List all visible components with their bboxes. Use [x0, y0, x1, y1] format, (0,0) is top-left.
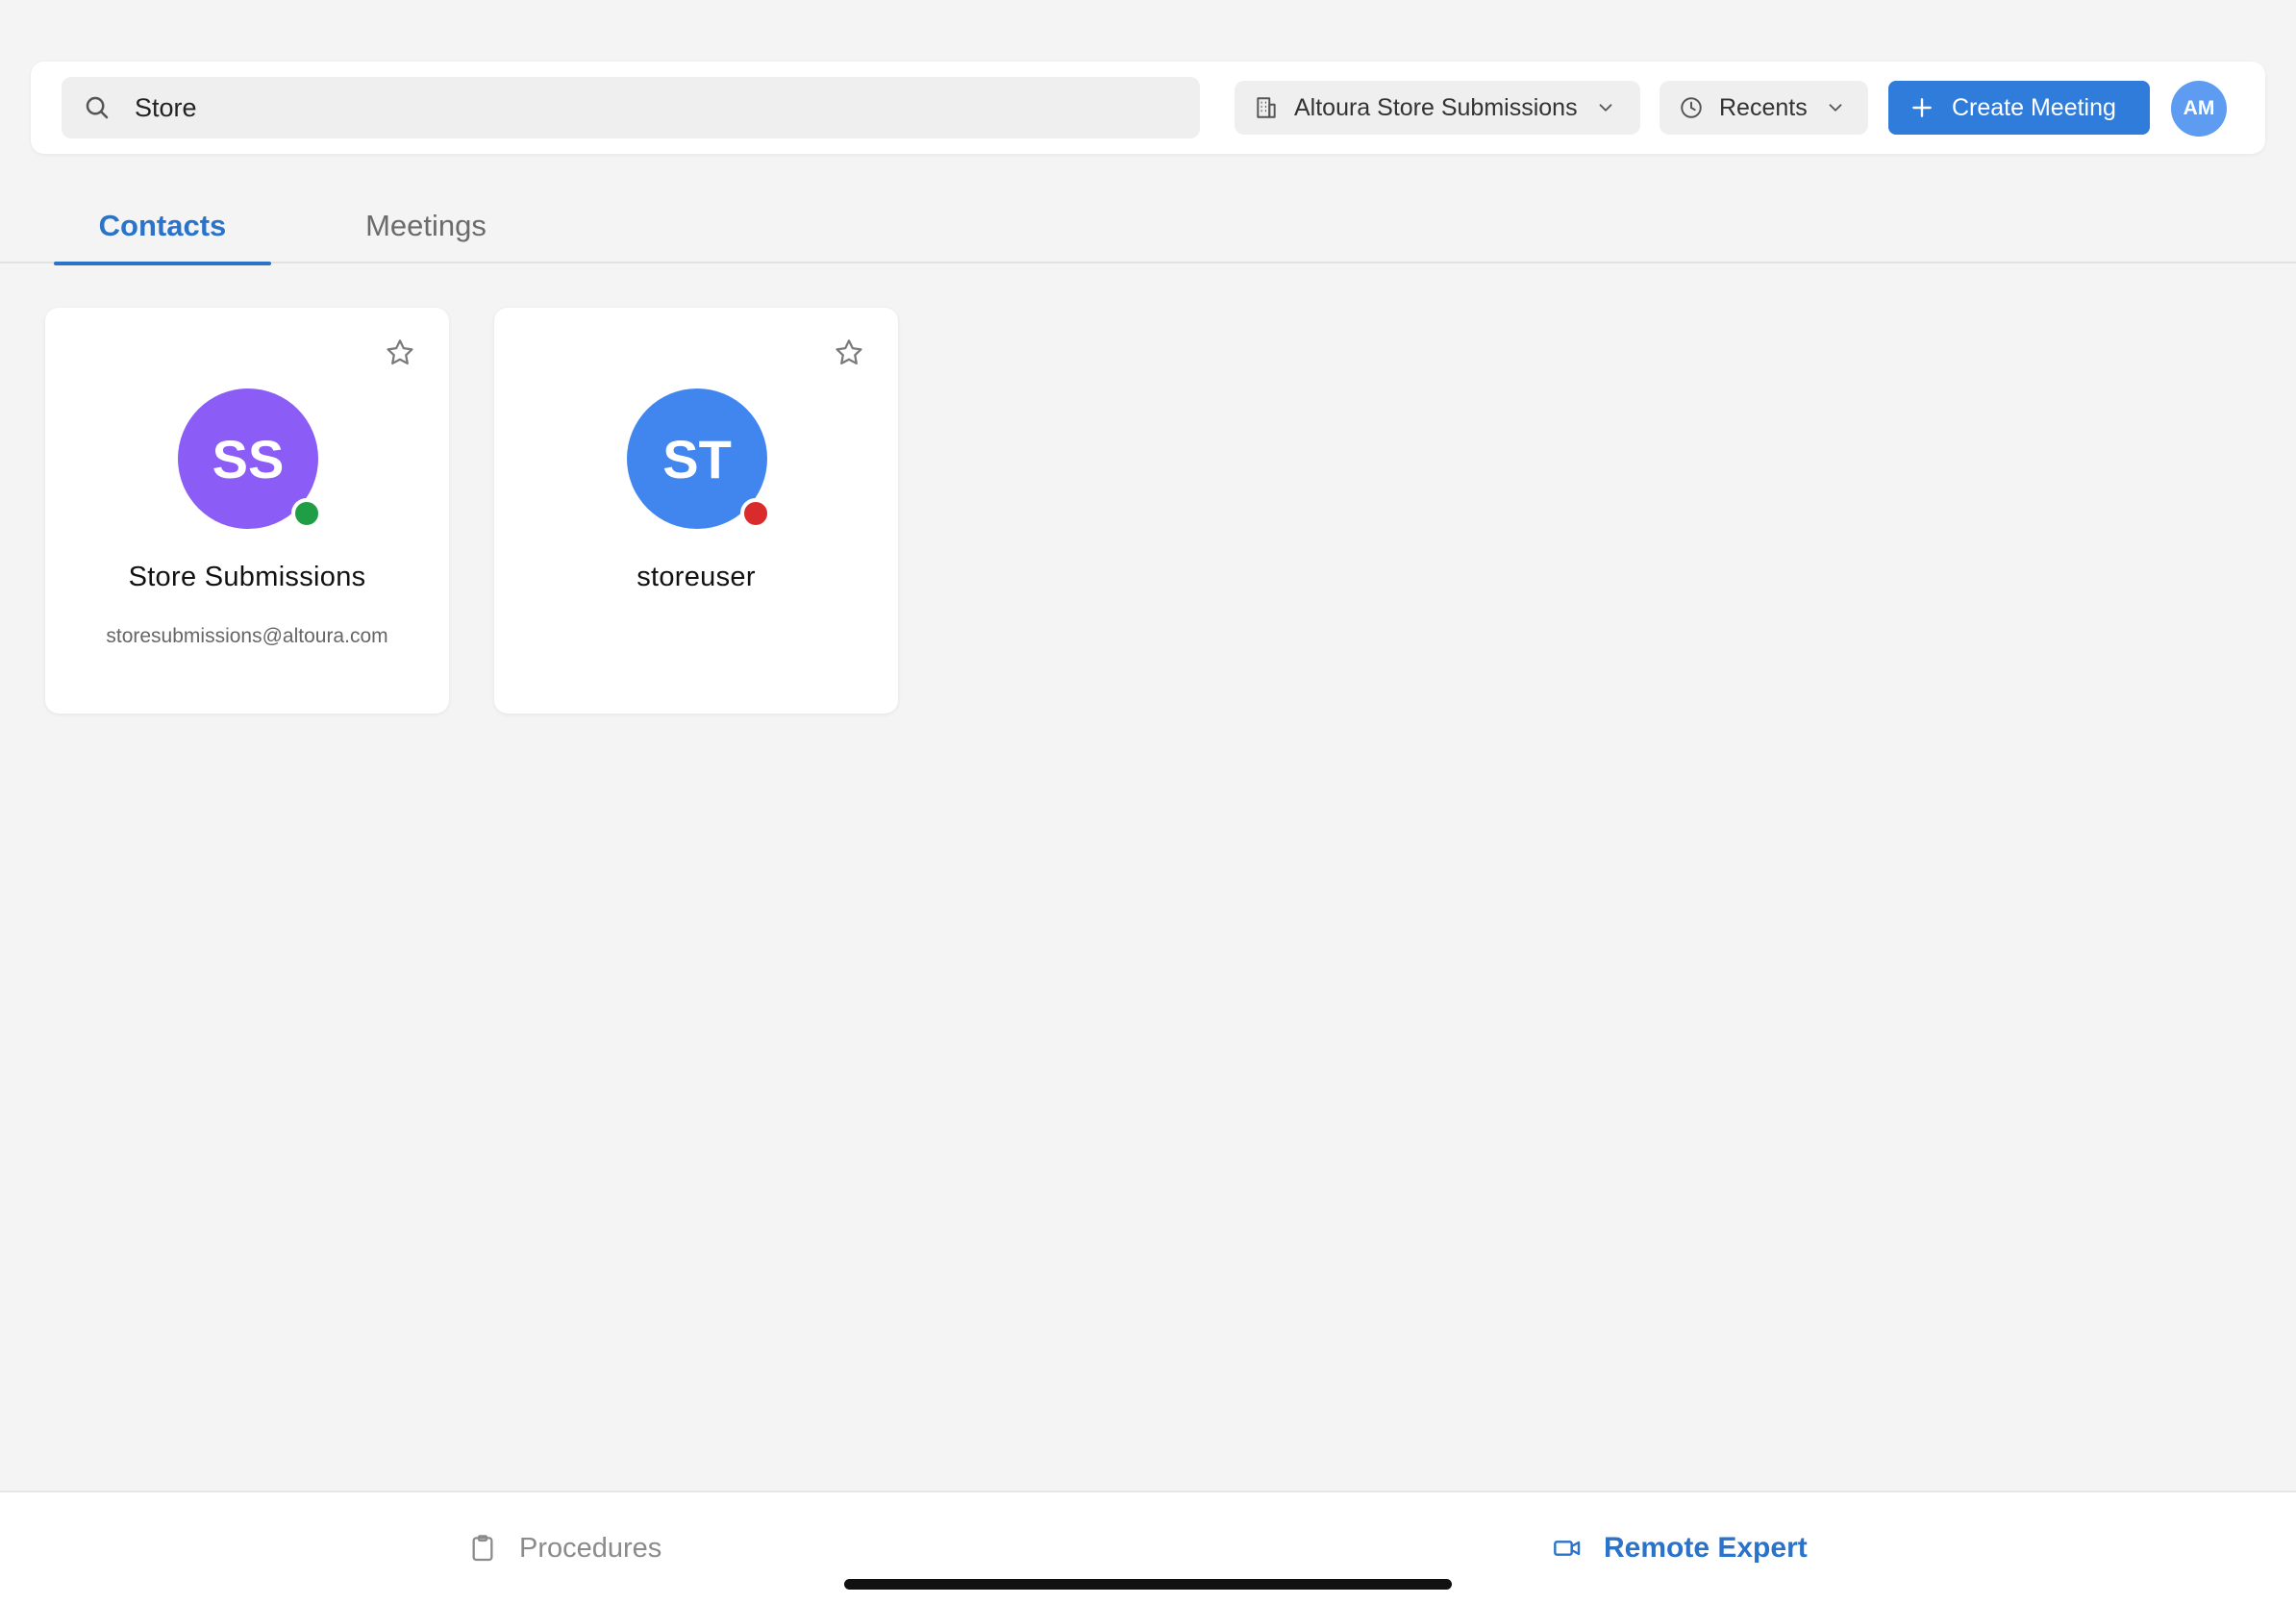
home-indicator: [844, 1579, 1452, 1590]
contact-name: storeuser: [636, 562, 756, 592]
nav-remote-expert-label: Remote Expert: [1604, 1532, 1808, 1564]
contact-card[interactable]: SS Store Submissions storesubmissions@al…: [45, 308, 449, 714]
nav-remote-expert[interactable]: Remote Expert: [1552, 1527, 1808, 1569]
plus-icon: [1909, 95, 1934, 120]
clipboard-icon: [467, 1533, 498, 1564]
building-icon: [1254, 95, 1279, 120]
contact-name: Store Submissions: [128, 562, 366, 592]
chevron-down-icon: [1595, 97, 1616, 118]
tab-meetings[interactable]: Meetings: [335, 188, 517, 263]
sort-dropdown[interactable]: Recents: [1660, 81, 1868, 135]
star-icon[interactable]: [833, 337, 865, 369]
contact-email: storesubmissions@altoura.com: [106, 625, 388, 647]
nav-procedures-label: Procedures: [519, 1532, 662, 1564]
search-box[interactable]: [62, 77, 1200, 138]
avatar: ST: [627, 388, 771, 529]
workspace-dropdown[interactable]: Altoura Store Submissions: [1235, 81, 1640, 135]
create-meeting-button[interactable]: Create Meeting: [1888, 81, 2150, 135]
star-icon[interactable]: [384, 337, 416, 369]
video-camera-icon: [1552, 1533, 1583, 1564]
top-bar: Altoura Store Submissions Recents Create…: [31, 62, 2265, 154]
create-meeting-label: Create Meeting: [1952, 93, 2116, 121]
user-avatar[interactable]: AM: [2171, 81, 2227, 137]
avatar-initials: SS: [212, 428, 285, 489]
tab-bar: Contacts Meetings: [0, 188, 2296, 265]
search-icon: [83, 93, 112, 122]
clock-icon: [1679, 95, 1704, 120]
status-busy-indicator: [740, 498, 771, 529]
contact-card[interactable]: ST storeuser: [494, 308, 898, 714]
chevron-down-icon: [1825, 97, 1846, 118]
tab-contacts[interactable]: Contacts: [54, 188, 271, 265]
sort-dropdown-label: Recents: [1719, 93, 1808, 121]
workspace-dropdown-label: Altoura Store Submissions: [1294, 93, 1578, 121]
status-online-indicator: [291, 498, 322, 529]
nav-procedures[interactable]: Procedures: [467, 1527, 661, 1569]
app-screen: Altoura Store Submissions Recents Create…: [0, 0, 2296, 1604]
avatar-initials: ST: [662, 428, 732, 489]
avatar: SS: [178, 388, 322, 529]
search-input[interactable]: [135, 92, 1173, 123]
